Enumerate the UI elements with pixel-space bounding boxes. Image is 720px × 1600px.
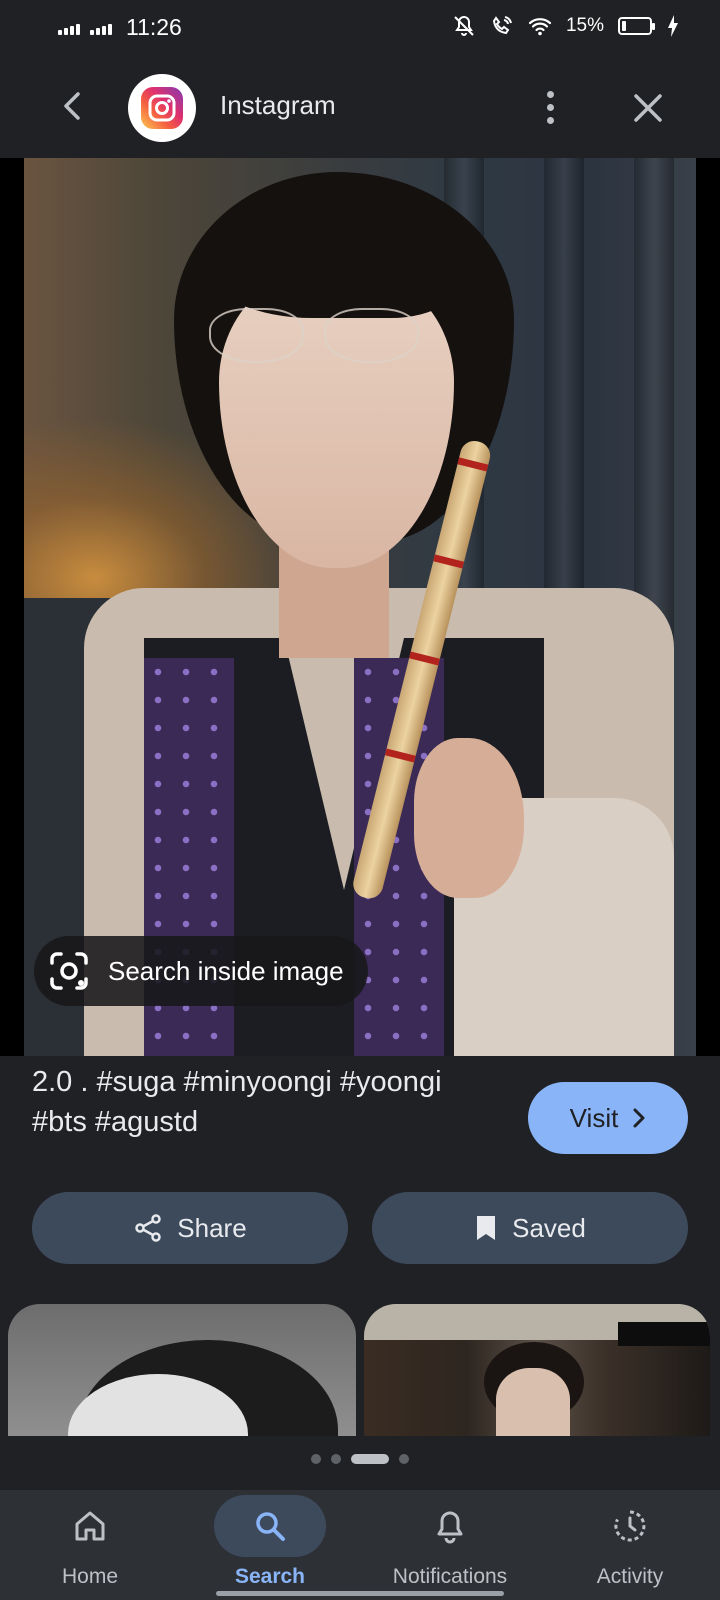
- search-inside-image-label: Search inside image: [108, 955, 344, 986]
- visit-button[interactable]: Visit: [528, 1082, 688, 1154]
- nav-search-label: Search: [234, 1565, 306, 1588]
- lens-icon: [50, 952, 88, 990]
- chevron-right-icon: [633, 1108, 645, 1128]
- bookmark-icon: [477, 1216, 496, 1240]
- close-button[interactable]: [626, 86, 670, 130]
- close-icon: [634, 94, 662, 122]
- search-icon: [256, 1512, 285, 1541]
- result-image[interactable]: [24, 158, 696, 1056]
- nav-activity-label: Activity: [596, 1565, 664, 1588]
- gesture-bar[interactable]: [216, 1591, 504, 1596]
- wifi-icon: [528, 18, 552, 36]
- nav-notifications[interactable]: Notifications: [360, 1490, 540, 1600]
- nav-activity[interactable]: Activity: [540, 1490, 720, 1600]
- result-caption: 2.0 . #suga #minyoongi #yoongi #bts #agu…: [32, 1066, 442, 1138]
- source-name[interactable]: Instagram: [220, 90, 336, 121]
- visit-label: Visit: [569, 1102, 619, 1133]
- battery-fill: [622, 21, 626, 31]
- back-arrow-icon: [64, 92, 80, 120]
- page-dot-active: [351, 1454, 389, 1464]
- status-right: 15%: [452, 14, 680, 38]
- bottom-navigation: Home Search Notifications Activity: [0, 1490, 720, 1600]
- more-vert-icon: [546, 90, 554, 98]
- page-dot: [311, 1454, 321, 1464]
- signal-icon: [90, 21, 112, 35]
- back-button[interactable]: [52, 86, 92, 126]
- status-time: 11:26: [126, 14, 182, 40]
- bell-icon: [437, 1511, 463, 1544]
- nav-home[interactable]: Home: [0, 1490, 180, 1600]
- charging-icon: [668, 15, 678, 37]
- nav-notifications-label: Notifications: [392, 1565, 508, 1588]
- image-viewer[interactable]: Search inside image: [0, 158, 720, 1056]
- saved-button[interactable]: Saved: [372, 1192, 688, 1264]
- status-left: 11:26: [58, 14, 182, 41]
- page-dot: [331, 1454, 341, 1464]
- related-image[interactable]: [364, 1304, 710, 1436]
- home-icon: [75, 1511, 105, 1541]
- share-icon: [135, 1214, 162, 1242]
- page-indicator: [0, 1454, 720, 1464]
- activity-icon: [614, 1510, 646, 1542]
- more-options-button[interactable]: [530, 84, 570, 130]
- status-bar: 11:26 15%: [0, 0, 720, 58]
- source-logo[interactable]: [128, 74, 196, 142]
- battery-icon: [618, 17, 655, 35]
- share-label: Share: [177, 1212, 247, 1243]
- saved-label: Saved: [512, 1212, 586, 1243]
- app-bar: Instagram: [0, 58, 720, 158]
- nav-search[interactable]: Search: [180, 1490, 360, 1600]
- search-inside-image-button[interactable]: Search inside image: [34, 936, 368, 1006]
- related-image[interactable]: [8, 1304, 356, 1436]
- wifi-calling-icon: [492, 16, 512, 35]
- signal-icon: [58, 21, 80, 35]
- instagram-logo-icon: [141, 87, 183, 129]
- share-button[interactable]: Share: [32, 1192, 348, 1264]
- nav-home-label: Home: [61, 1565, 119, 1588]
- battery-percent: 15%: [565, 15, 604, 36]
- page-dot: [399, 1454, 409, 1464]
- mute-icon: [454, 15, 474, 36]
